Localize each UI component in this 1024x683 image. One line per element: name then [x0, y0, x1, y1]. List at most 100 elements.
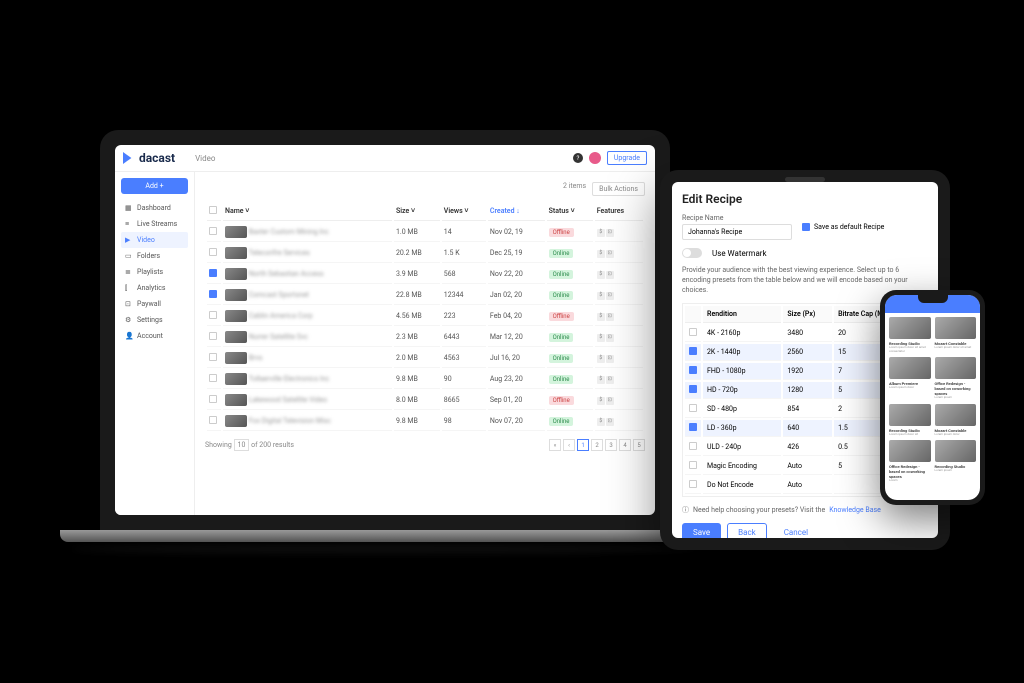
- status-badge: Offline: [549, 396, 574, 405]
- preset-checkbox[interactable]: [689, 328, 697, 336]
- nav-item-settings[interactable]: ⚙Settings: [121, 312, 188, 328]
- table-row[interactable]: Telecorifre Services20.2 MB1.5 KDec 25, …: [207, 244, 643, 263]
- phone-card[interactable]: Album PremiereLorem ipsum dolor: [889, 357, 931, 400]
- preset-checkbox[interactable]: [689, 423, 697, 431]
- cell-features: $⊡: [595, 286, 643, 305]
- page-4[interactable]: 4: [619, 439, 631, 451]
- help-icon[interactable]: ?: [573, 153, 583, 163]
- page-2[interactable]: 2: [591, 439, 603, 451]
- preset-size: 1280: [783, 382, 832, 399]
- card-thumbnail: [935, 317, 977, 339]
- phone-card[interactable]: Recording StudioLorem ipsum: [935, 440, 977, 483]
- default-recipe-checkbox[interactable]: Save as default Recipe: [802, 223, 884, 231]
- page-1[interactable]: 1: [577, 439, 589, 451]
- col-size[interactable]: Size ˅: [394, 202, 440, 221]
- preset-name: ULD - 240p: [703, 439, 781, 456]
- row-checkbox[interactable]: [209, 353, 217, 361]
- feature-icon: ⊡: [606, 292, 614, 300]
- page-prev[interactable]: ‹: [563, 439, 575, 451]
- table-row[interactable]: Nurrer Satellite Svc2.3 MB6443Mar 12, 20…: [207, 328, 643, 347]
- col-features: Features: [595, 202, 643, 221]
- preset-checkbox[interactable]: [689, 442, 697, 450]
- table-row[interactable]: Brvs2.0 MB4563Jul 16, 20Online$⊡: [207, 349, 643, 368]
- nav-item-paywall[interactable]: ⊡Paywall: [121, 296, 188, 312]
- preset-checkbox[interactable]: [689, 461, 697, 469]
- laptop-screen: dacast Video ? Upgrade Add + ▦Dashboard≡…: [115, 145, 655, 515]
- nav-item-dashboard[interactable]: ▦Dashboard: [121, 200, 188, 216]
- row-checkbox[interactable]: [209, 227, 217, 235]
- cell-size: 1.0 MB: [394, 223, 440, 242]
- row-checkbox[interactable]: [209, 269, 217, 277]
- col-views[interactable]: Views ˅: [442, 202, 486, 221]
- nav-icon: ⚙: [125, 316, 133, 324]
- table-row[interactable]: Comcast Sportsnet22.8 MB12344Jan 02, 20O…: [207, 286, 643, 305]
- table-row[interactable]: North Sebastian Access3.9 MB568Nov 22, 2…: [207, 265, 643, 284]
- preset-checkbox[interactable]: [689, 404, 697, 412]
- phone-card[interactable]: Office Redesign - based on coworking spa…: [889, 440, 931, 483]
- page-prev[interactable]: «: [549, 439, 561, 451]
- table-row[interactable]: Fox Digital Television Misc9.8 MB98Nov 0…: [207, 412, 643, 431]
- row-checkbox[interactable]: [209, 374, 217, 382]
- avatar[interactable]: [589, 152, 601, 164]
- phone-frame: Recording StudioLorem ipsum dolor sit am…: [880, 290, 985, 505]
- page-3[interactable]: 3: [605, 439, 617, 451]
- checkbox-icon: [802, 223, 810, 231]
- preset-checkbox[interactable]: [689, 347, 697, 355]
- cell-views: 4563: [442, 349, 486, 368]
- feature-icon: $: [597, 418, 605, 426]
- row-checkbox[interactable]: [209, 290, 217, 298]
- select-all-checkbox[interactable]: [209, 206, 217, 214]
- info-row: ⓘ Need help choosing your presets? Visit…: [682, 505, 928, 515]
- nav-item-live-streams[interactable]: ≡Live Streams: [121, 216, 188, 232]
- table-row[interactable]: Lakewood Satellite Video8.0 MB8665Sep 01…: [207, 391, 643, 410]
- preset-checkbox[interactable]: [689, 480, 697, 488]
- table-row[interactable]: Baxter Custom Mining Inc1.0 MB14Nov 02, …: [207, 223, 643, 242]
- page-5[interactable]: 5: [633, 439, 645, 451]
- kb-link[interactable]: Knowledge Base: [829, 506, 881, 514]
- card-text: Lorem ipsum dolor: [889, 386, 931, 390]
- phone-card[interactable]: Recording StudioLorem ipsum dolor sit: [889, 404, 931, 437]
- save-button[interactable]: Save: [682, 523, 721, 538]
- cell-size: 8.0 MB: [394, 391, 440, 410]
- row-checkbox[interactable]: [209, 416, 217, 424]
- cell-views: 14: [442, 223, 486, 242]
- cell-size: 9.8 MB: [394, 370, 440, 389]
- watermark-toggle[interactable]: [682, 248, 702, 258]
- back-button[interactable]: Back: [727, 523, 767, 538]
- logo: dacast: [123, 151, 175, 165]
- row-checkbox[interactable]: [209, 395, 217, 403]
- cell-size: 3.9 MB: [394, 265, 440, 284]
- preset-checkbox[interactable]: [689, 366, 697, 374]
- upgrade-button[interactable]: Upgrade: [607, 151, 647, 165]
- add-button[interactable]: Add +: [121, 178, 188, 194]
- nav-item-video[interactable]: ▶Video: [121, 232, 188, 248]
- table-row[interactable]: Cablin America Corp4.56 MB223Feb 04, 20O…: [207, 307, 643, 326]
- phone-card[interactable]: Office Redesign - based on coworking spa…: [935, 357, 977, 400]
- nav-icon: ▦: [125, 204, 133, 212]
- preset-checkbox[interactable]: [689, 385, 697, 393]
- col-name[interactable]: Name ˅: [223, 202, 392, 221]
- per-page-select[interactable]: 10: [234, 439, 250, 451]
- card-thumbnail: [889, 440, 931, 462]
- phone-card[interactable]: Recording StudioLorem ipsum dolor sit am…: [889, 317, 931, 353]
- col-status[interactable]: Status ˅: [547, 202, 593, 221]
- preset-name: 2K - 1440p: [703, 344, 781, 361]
- nav-item-folders[interactable]: ▭Folders: [121, 248, 188, 264]
- nav-item-account[interactable]: 👤Account: [121, 328, 188, 344]
- bulk-actions-button[interactable]: Bulk Actions: [592, 182, 645, 196]
- cell-features: $⊡: [595, 244, 643, 263]
- phone-card[interactable]: Mozart ConstableLorem ipsum dolor sit am…: [935, 317, 977, 353]
- nav-item-analytics[interactable]: ⫿Analytics: [121, 280, 188, 296]
- col-created[interactable]: Created ↓: [488, 202, 545, 221]
- table-row[interactable]: Tollaerville Electronics Inc9.8 MB90Aug …: [207, 370, 643, 389]
- cell-views: 98: [442, 412, 486, 431]
- cancel-button[interactable]: Cancel: [773, 523, 819, 538]
- row-checkbox[interactable]: [209, 248, 217, 256]
- row-checkbox[interactable]: [209, 311, 217, 319]
- nav-item-playlists[interactable]: ≣Playlists: [121, 264, 188, 280]
- phone-card[interactable]: Mozart ConstableLorem ipsum dolor: [935, 404, 977, 437]
- recipe-name-input[interactable]: [682, 224, 792, 240]
- video-thumbnail: [225, 310, 247, 322]
- feature-icon: $: [597, 292, 605, 300]
- row-checkbox[interactable]: [209, 332, 217, 340]
